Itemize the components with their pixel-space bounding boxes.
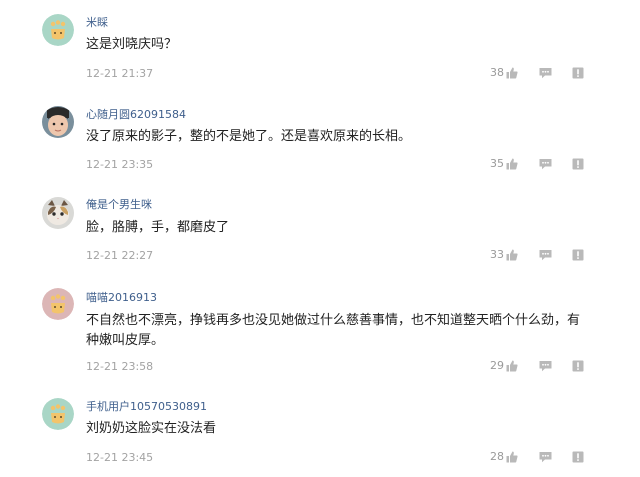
comment-actions: 28 — [486, 450, 590, 464]
comment-username[interactable]: 喵喵2016913 — [86, 289, 157, 305]
report-flag-icon[interactable] — [572, 249, 584, 261]
reply-bubble-icon[interactable] — [539, 158, 552, 170]
comment-text: 这是刘晓庆吗？ — [86, 37, 178, 52]
comment-item: 喵喵2016913 不自然也不漂亮，挣钱再多也没见她做过什么慈善事情，也不知道整… — [0, 273, 640, 373]
comment-actions: 33 — [486, 248, 590, 262]
like-count: 28 — [490, 450, 504, 463]
comment-time: 12-21 22:27 — [86, 249, 154, 262]
thumbs-up-icon[interactable] — [506, 451, 518, 463]
like-count: 35 — [490, 157, 504, 170]
comment-time: 12-21 23:35 — [86, 158, 154, 171]
comment-text: 脸，胳膊，手，都磨皮了 — [86, 220, 230, 235]
kitten-photo-avatar-icon[interactable] — [42, 197, 74, 229]
reply-bubble-icon[interactable] — [539, 360, 552, 372]
comment-actions: 29 — [486, 359, 590, 373]
thumbs-up-icon[interactable] — [506, 249, 518, 261]
thumbs-up-icon[interactable] — [506, 67, 518, 79]
comment-text: 没了原来的影子，整的不是她了。还是喜欢原来的长相。 — [86, 129, 412, 144]
default-user-avatar-icon[interactable] — [42, 14, 74, 46]
comment-text: 刘奶奶这脸实在没法看 — [86, 421, 217, 436]
reply-bubble-icon[interactable] — [539, 451, 552, 463]
report-flag-icon[interactable] — [572, 451, 584, 463]
comment-time: 12-21 23:45 — [86, 451, 154, 464]
child-photo-avatar-icon[interactable] — [42, 106, 74, 138]
comment-text: 不自然也不漂亮，挣钱再多也没见她做过什么慈善事情，也不知道整天晒个什么劲，有种嫩… — [86, 313, 581, 348]
comment-actions: 35 — [486, 157, 590, 171]
reply-bubble-icon[interactable] — [539, 67, 552, 79]
comment-actions: 38 — [486, 66, 590, 80]
comment-username[interactable]: 手机用户10570530891 — [86, 398, 207, 414]
report-flag-icon[interactable] — [572, 158, 584, 170]
comment-username[interactable]: 俺是个男生咪 — [86, 196, 152, 212]
report-flag-icon[interactable] — [572, 360, 584, 372]
thumbs-up-icon[interactable] — [506, 360, 518, 372]
comment-username[interactable]: 心随月圆62091584 — [86, 106, 186, 122]
default-user-avatar-pink-icon[interactable] — [42, 288, 74, 320]
comment-item: 俺是个男生咪 脸，胳膊，手，都磨皮了 12-21 22:27 33 — [0, 182, 640, 273]
comment-username[interactable]: 米睬 — [86, 14, 108, 30]
reply-bubble-icon[interactable] — [539, 249, 552, 261]
default-user-avatar-icon[interactable] — [42, 398, 74, 430]
comment-item: 心随月圆62091584 没了原来的影子，整的不是她了。还是喜欢原来的长相。 1… — [0, 91, 640, 182]
thumbs-up-icon[interactable] — [506, 158, 518, 170]
report-flag-icon[interactable] — [572, 67, 584, 79]
like-count: 38 — [490, 66, 504, 79]
comment-time: 12-21 23:58 — [86, 360, 154, 373]
like-count: 29 — [490, 359, 504, 372]
comment-time: 12-21 21:37 — [86, 67, 154, 80]
comment-item: 米睬 这是刘晓庆吗？ 12-21 21:37 38 — [0, 0, 640, 91]
comment-item: 手机用户10570530891 刘奶奶这脸实在没法看 12-21 23:45 2… — [0, 384, 640, 475]
like-count: 33 — [490, 248, 504, 261]
